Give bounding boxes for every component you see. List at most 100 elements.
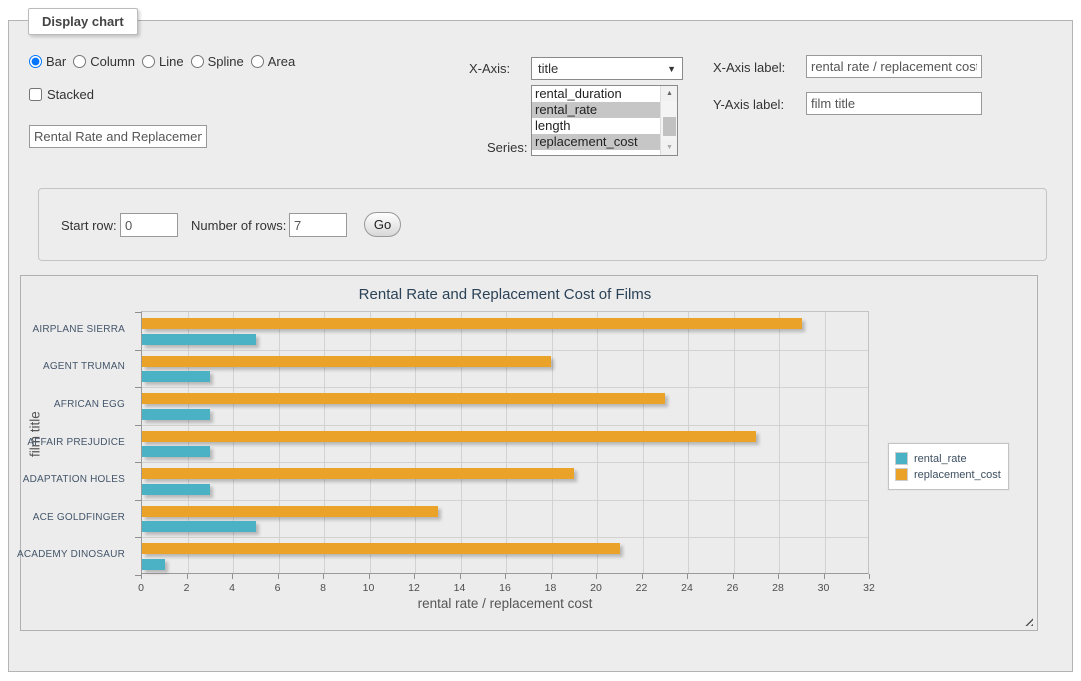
- bar-replacement_cost: [142, 318, 802, 329]
- gridline-horizontal: [142, 462, 868, 463]
- scrollbar-up-arrow-icon[interactable]: ▲: [661, 86, 678, 101]
- x-tick-mark: [232, 574, 233, 579]
- x-tick-label: 20: [590, 582, 602, 594]
- chart-plot-area: [141, 311, 869, 574]
- series-option-replacement_cost[interactable]: replacement_cost: [532, 134, 677, 150]
- x-tick-mark: [141, 574, 142, 579]
- chart-container: Rental Rate and Replacement Cost of Film…: [20, 275, 1038, 631]
- x-axis-select[interactable]: title ▼: [531, 57, 683, 80]
- category-label: ACADEMY DINOSAUR: [17, 549, 125, 560]
- chart-type-option-line[interactable]: Line: [142, 54, 184, 69]
- chart-type-label: Bar: [46, 54, 66, 69]
- scrollbar-thumb[interactable]: [663, 117, 676, 136]
- gridline-vertical: [506, 312, 507, 573]
- x-tick-mark: [642, 574, 643, 579]
- x-tick-label: 28: [772, 582, 784, 594]
- chart-type-radio-area[interactable]: [251, 55, 264, 68]
- gridline-horizontal: [142, 350, 868, 351]
- bar-replacement_cost: [142, 468, 574, 479]
- series-option-rental_rate[interactable]: rental_rate: [532, 102, 677, 118]
- x-tick-label: 0: [138, 582, 144, 594]
- stacked-row: Stacked: [29, 87, 94, 102]
- gridline-horizontal: [142, 500, 868, 501]
- bar-rental_rate: [142, 371, 210, 382]
- chart-category-labels: AIRPLANE SIERRAAGENT TRUMANAFRICAN EGGAF…: [21, 311, 133, 574]
- x-tick-mark: [596, 574, 597, 579]
- rows-panel: Start row: Number of rows: Go: [38, 188, 1047, 261]
- category-label: ACE GOLDFINGER: [33, 512, 125, 523]
- x-tick-label: 30: [818, 582, 830, 594]
- x-tick-label: 18: [545, 582, 557, 594]
- gridline-vertical: [188, 312, 189, 573]
- chart-type-radio-spline[interactable]: [191, 55, 204, 68]
- x-tick-label: 22: [636, 582, 648, 594]
- gridline-vertical: [643, 312, 644, 573]
- category-label: AGENT TRUMAN: [43, 361, 125, 372]
- x-tick-mark: [187, 574, 188, 579]
- gridline-vertical: [825, 312, 826, 573]
- legend-swatch-rental_rate: [895, 452, 908, 465]
- x-tick-label: 2: [184, 582, 190, 594]
- chart-type-radio-bar[interactable]: [29, 55, 42, 68]
- legend-label: rental_rate: [914, 453, 967, 465]
- number-of-rows-input[interactable]: [289, 213, 347, 237]
- chart-type-label: Spline: [208, 54, 244, 69]
- x-tick-label: 10: [363, 582, 375, 594]
- series-option-length[interactable]: length: [532, 118, 677, 134]
- x-tick-mark: [733, 574, 734, 579]
- fieldset-legend: Display chart: [28, 8, 138, 35]
- chart-type-option-spline[interactable]: Spline: [191, 54, 244, 69]
- go-button[interactable]: Go: [364, 212, 401, 237]
- bar-replacement_cost: [142, 393, 665, 404]
- gridline-vertical: [779, 312, 780, 573]
- bar-rental_rate: [142, 521, 256, 532]
- number-of-rows-label: Number of rows:: [191, 218, 286, 233]
- bar-replacement_cost: [142, 356, 551, 367]
- x-tick-mark: [460, 574, 461, 579]
- x-tick-mark: [414, 574, 415, 579]
- chart-type-radio-group: Bar Column Line Spline Area: [29, 54, 302, 69]
- start-row-input[interactable]: [120, 213, 178, 237]
- chart-type-option-column[interactable]: Column: [73, 54, 135, 69]
- series-option-rental_duration[interactable]: rental_duration: [532, 86, 677, 102]
- y-tick-mark: [135, 350, 141, 351]
- scrollbar-down-arrow-icon[interactable]: ▼: [661, 140, 678, 155]
- gridline-vertical: [415, 312, 416, 573]
- x-axis-select-label: X-Axis:: [469, 61, 510, 76]
- chart-title-input[interactable]: [29, 125, 207, 148]
- select-dropdown-arrow-icon: ▼: [667, 64, 676, 74]
- x-tick-mark: [323, 574, 324, 579]
- y-axis-label-input[interactable]: [806, 92, 982, 115]
- x-tick-mark: [824, 574, 825, 579]
- x-tick-label: 14: [454, 582, 466, 594]
- x-tick-mark: [869, 574, 870, 579]
- x-tick-label: 8: [320, 582, 326, 594]
- stacked-checkbox[interactable]: [29, 88, 42, 101]
- chart-x-axis-title: rental rate / replacement cost: [141, 596, 869, 611]
- series-multiselect[interactable]: rental_durationrental_ratelengthreplacem…: [531, 85, 678, 156]
- chart-type-label: Column: [90, 54, 135, 69]
- x-tick-label: 6: [275, 582, 281, 594]
- page: Display chart Bar Column Line Spline Area St…: [0, 0, 1081, 681]
- x-tick-label: 32: [863, 582, 875, 594]
- legend-item: rental_rate: [895, 452, 1001, 465]
- chart-type-radio-line[interactable]: [142, 55, 155, 68]
- category-label: AIRPLANE SIERRA: [33, 324, 125, 335]
- y-tick-mark: [135, 462, 141, 463]
- x-tick-label: 16: [499, 582, 511, 594]
- category-label: ADAPTATION HOLES: [23, 474, 125, 485]
- chart-type-option-area[interactable]: Area: [251, 54, 295, 69]
- scrollbar[interactable]: ▲ ▼: [660, 86, 677, 155]
- x-tick-label: 26: [727, 582, 739, 594]
- chart-resize-handle-icon[interactable]: [1022, 615, 1033, 626]
- legend-swatch-replacement_cost: [895, 468, 908, 481]
- chart-type-option-bar[interactable]: Bar: [29, 54, 66, 69]
- x-axis-label-input[interactable]: [806, 55, 982, 78]
- chart-type-radio-column[interactable]: [73, 55, 86, 68]
- x-tick-mark: [369, 574, 370, 579]
- gridline-vertical: [734, 312, 735, 573]
- chart-type-label: Area: [268, 54, 295, 69]
- bar-replacement_cost: [142, 506, 438, 517]
- y-tick-mark: [135, 500, 141, 501]
- y-tick-mark: [135, 537, 141, 538]
